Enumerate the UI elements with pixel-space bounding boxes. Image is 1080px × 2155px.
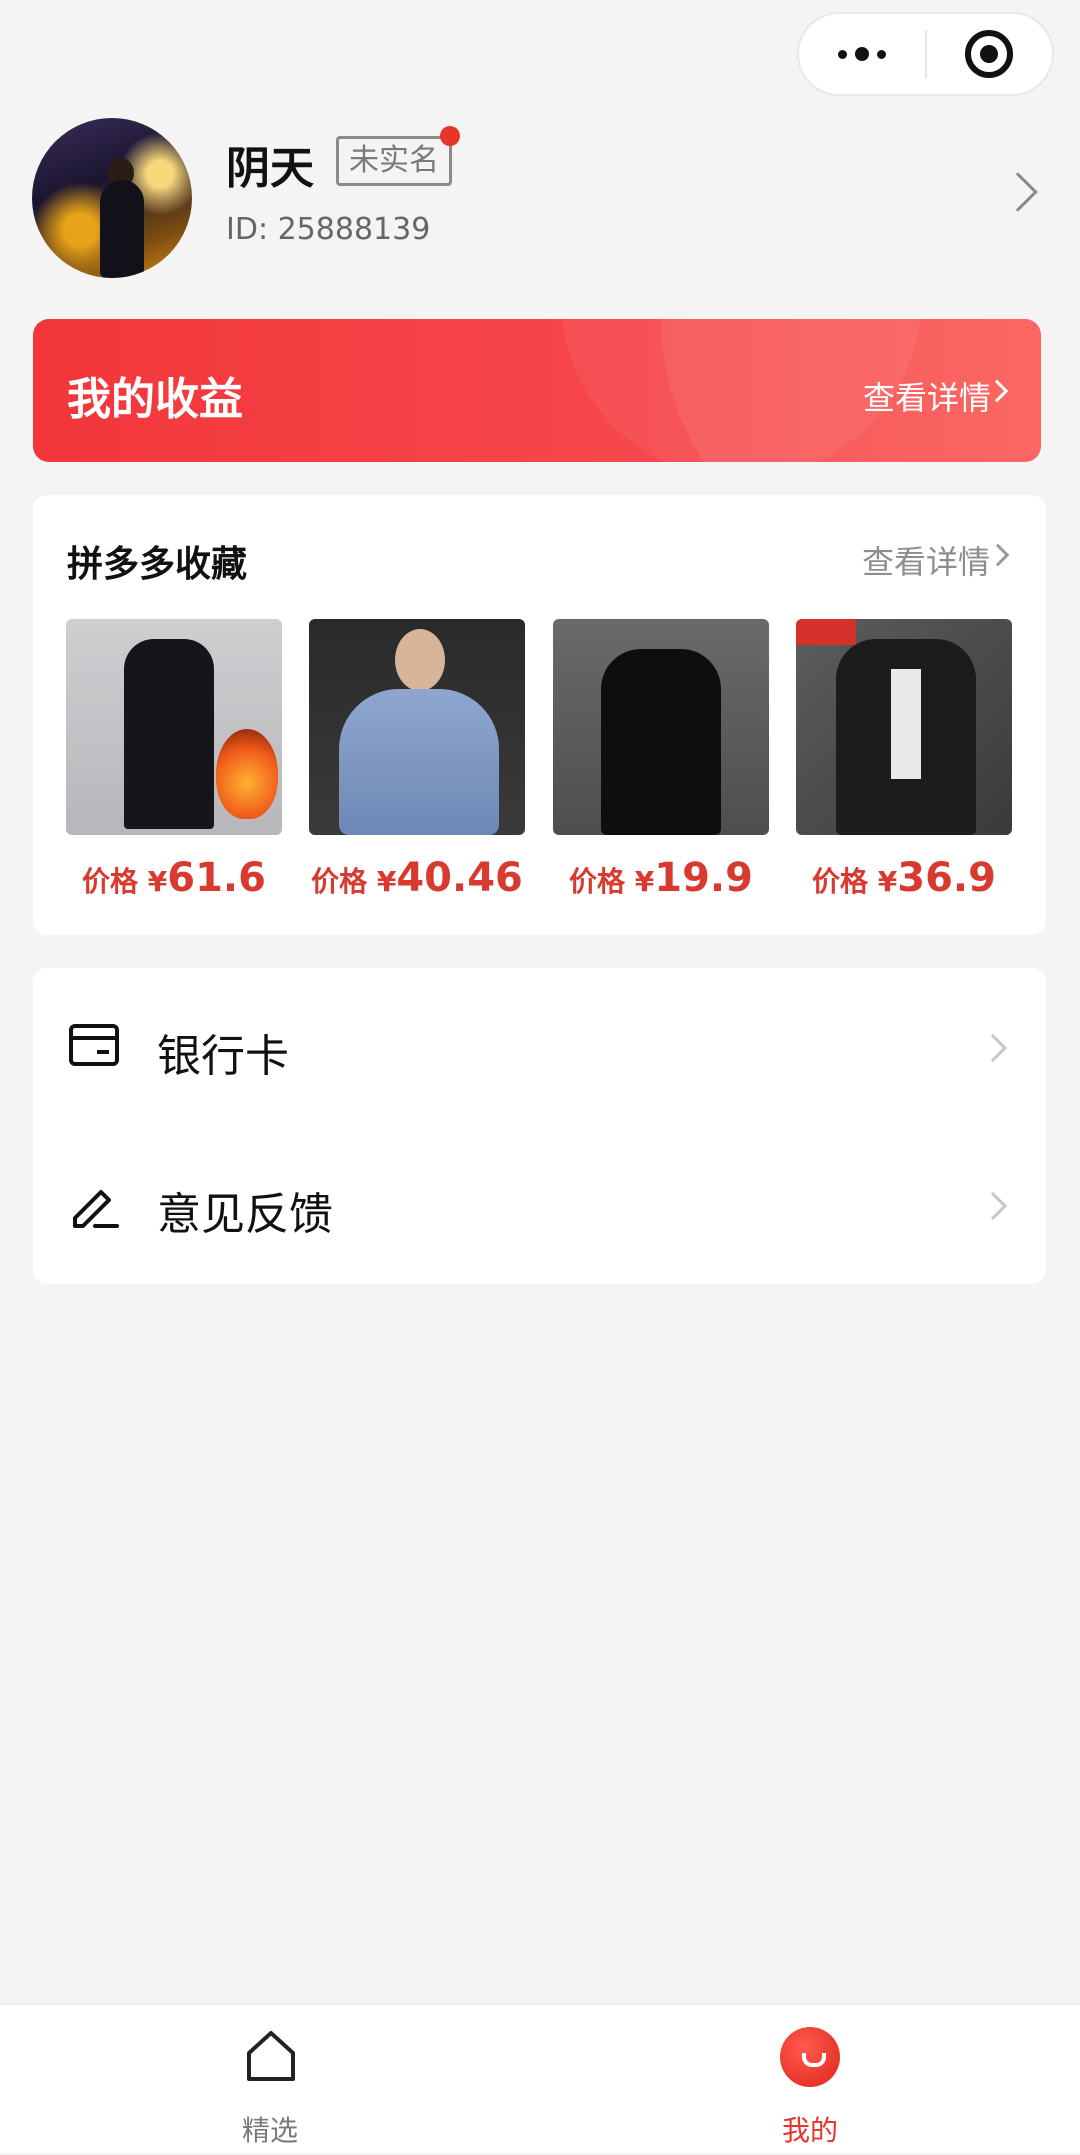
user-name: 阴天 [226,143,314,194]
bottom-tab-bar: 精选 我的 [0,2003,1080,2153]
menu-item-bank-card[interactable]: 银行卡 [33,968,1046,1126]
tab-featured[interactable]: 精选 [0,2005,540,2155]
favorites-detail-link[interactable]: 查看详情 [862,537,990,583]
more-dots-icon [837,47,886,61]
favorites-card: 拼多多收藏 查看详情 价格 ¥61.6 价格 ¥40.46 价格 ¥19.9 价… [33,495,1046,935]
tab-label: 我的 [781,2114,838,2147]
flame-badge-icon [216,729,278,819]
chevron-right-icon[interactable] [998,172,1038,212]
product-image-sweater[interactable] [553,619,769,835]
price-label: 价格 ¥ [569,865,655,898]
close-miniprogram-button[interactable] [927,14,1053,94]
bank-card-icon [69,1024,119,1066]
product-image-coat[interactable] [66,619,282,835]
product-price: 价格 ¥40.46 [309,855,525,901]
product-price: 价格 ¥36.9 [796,855,1012,901]
chevron-right-icon [978,1191,1008,1221]
profile-header[interactable]: 阴天 未实名 ID: 25888139 [0,110,1080,290]
product-image-puffer-jacket[interactable] [309,619,525,835]
price-label: 价格 ¥ [311,865,397,898]
product-item[interactable]: 价格 ¥19.9 [553,619,769,919]
product-item[interactable]: 价格 ¥40.46 [309,619,525,919]
brand-logo [796,619,856,645]
favorites-product-list: 价格 ¥61.6 价格 ¥40.46 价格 ¥19.9 价格 ¥36.9 [66,619,1014,919]
product-item[interactable]: 价格 ¥61.6 [66,619,282,919]
price-value: 40.46 [396,855,523,901]
tab-mine[interactable]: 我的 [540,2005,1080,2155]
profile-icon [780,2027,840,2087]
favorites-title: 拼多多收藏 [67,544,248,585]
menu-item-label: 意见反馈 [157,1189,333,1240]
menu-item-feedback[interactable]: 意见反馈 [33,1126,1046,1284]
product-item[interactable]: 价格 ¥36.9 [796,619,1012,919]
price-value: 36.9 [897,855,996,901]
avatar-person-body [100,180,144,278]
product-price: 价格 ¥19.9 [553,855,769,901]
earnings-title: 我的收益 [67,374,243,425]
earnings-detail-link[interactable]: 查看详情 [863,373,991,419]
chevron-right-icon [986,543,1010,567]
miniprogram-capsule [797,12,1054,96]
avatar[interactable] [32,118,192,278]
target-close-icon [965,30,1014,78]
price-value: 61.6 [167,855,266,901]
price-label: 价格 ¥ [82,865,168,898]
tab-label: 精选 [241,2114,298,2147]
more-menu-button[interactable] [799,14,925,94]
price-label: 价格 ¥ [812,865,898,898]
menu-item-label: 银行卡 [157,1031,289,1082]
home-icon [247,2031,295,2081]
settings-menu: 银行卡 意见反馈 [33,968,1046,1284]
product-image-jacket[interactable] [796,619,1012,835]
user-id: ID: 25888139 [226,212,431,247]
notification-dot [440,126,460,146]
product-price: 价格 ¥61.6 [66,855,282,901]
verify-status-badge[interactable]: 未实名 [336,136,452,186]
price-value: 19.9 [654,855,753,901]
edit-pen-icon [73,1190,119,1228]
chevron-right-icon [978,1033,1008,1063]
earnings-banner[interactable]: 我的收益 查看详情 [33,319,1041,462]
